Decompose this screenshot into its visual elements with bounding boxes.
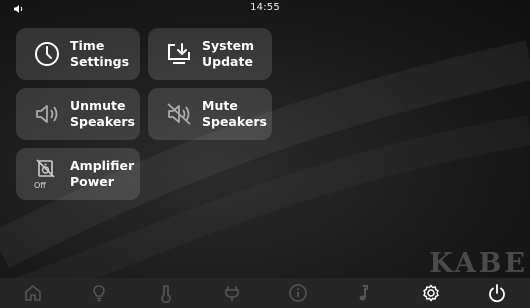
home-icon [25, 285, 41, 301]
unmute-speakers-button[interactable]: Unmute Speakers [16, 88, 140, 140]
unmute-speakers-label: Unmute Speakers [70, 98, 135, 129]
nav-music[interactable] [331, 278, 397, 308]
time-settings-button[interactable]: Time Settings [16, 28, 140, 80]
power-icon [488, 284, 505, 303]
speaker-muted-icon [164, 99, 194, 129]
amplifier-icon: Off [32, 159, 62, 190]
amplifier-power-label: Amplifier Power [70, 158, 135, 189]
settings-gear-icon [422, 284, 439, 302]
nav-info[interactable] [265, 278, 331, 308]
time-settings-label: Time Settings [70, 38, 130, 69]
mute-speakers-button[interactable]: Mute Speakers [148, 88, 272, 140]
info-icon [289, 284, 307, 302]
nav-settings[interactable] [398, 278, 464, 308]
speaker-icon [32, 99, 62, 129]
amplifier-power-button[interactable]: Off Amplifier Power [16, 148, 140, 200]
nav-power[interactable] [464, 278, 530, 308]
nav-temperature[interactable] [133, 278, 199, 308]
nav-light[interactable] [66, 278, 132, 308]
brand-logo: KABE [429, 248, 528, 279]
music-note-icon [359, 285, 369, 301]
clock: 14:55 [250, 2, 280, 13]
clock-icon [32, 39, 62, 69]
system-update-label: System Update [202, 38, 255, 69]
mute-speakers-label: Mute Speakers [202, 98, 267, 129]
power-plug-icon [225, 286, 239, 301]
bottom-nav [0, 278, 530, 308]
download-icon [164, 39, 194, 69]
nav-power-plug[interactable] [199, 278, 265, 308]
system-update-button[interactable]: System Update [148, 28, 272, 80]
status-bar: 14:55 [0, 0, 530, 18]
nav-home[interactable] [0, 278, 66, 308]
light-bulb-icon [93, 285, 106, 302]
amplifier-state: Off [34, 181, 46, 190]
thermometer-icon [160, 285, 171, 303]
